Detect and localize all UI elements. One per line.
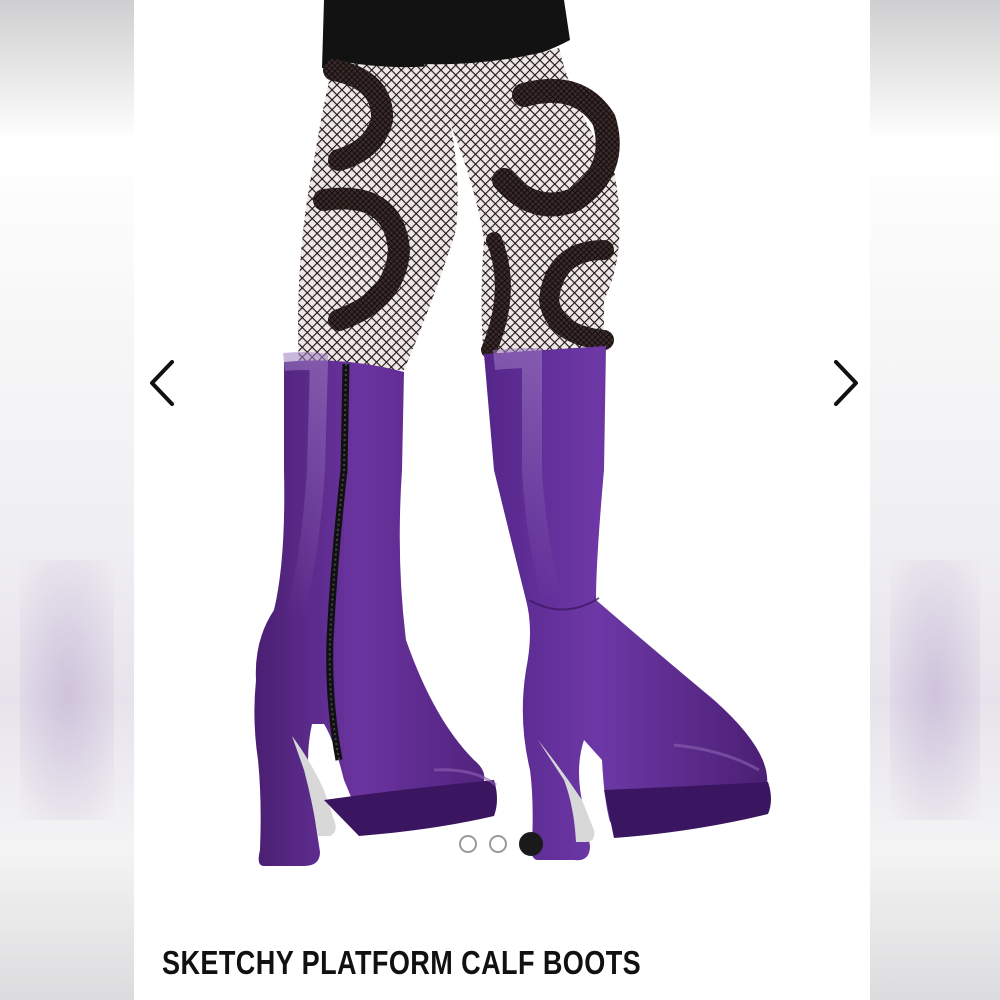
product-title: SKETCHY PLATFORM CALF BOOTS bbox=[162, 944, 642, 981]
carousel-dot-2[interactable] bbox=[489, 835, 507, 853]
right-boot bbox=[484, 346, 771, 861]
carousel-pagination bbox=[459, 832, 543, 856]
carousel-dot-3-active[interactable] bbox=[519, 832, 543, 856]
blurred-backdrop-right bbox=[870, 0, 1000, 1000]
screenshot-frame: SKETCHY PLATFORM CALF BOOTS bbox=[0, 0, 1000, 1000]
product-image[interactable] bbox=[134, 0, 870, 880]
chevron-left-icon bbox=[150, 360, 174, 406]
carousel-next-button[interactable] bbox=[824, 352, 864, 412]
carousel-dot-1[interactable] bbox=[459, 835, 477, 853]
carousel-prev-button[interactable] bbox=[144, 352, 184, 412]
chevron-right-icon bbox=[834, 360, 858, 406]
left-boot bbox=[254, 352, 497, 866]
blurred-backdrop-left bbox=[0, 0, 134, 1000]
product-card: SKETCHY PLATFORM CALF BOOTS bbox=[134, 0, 870, 1000]
